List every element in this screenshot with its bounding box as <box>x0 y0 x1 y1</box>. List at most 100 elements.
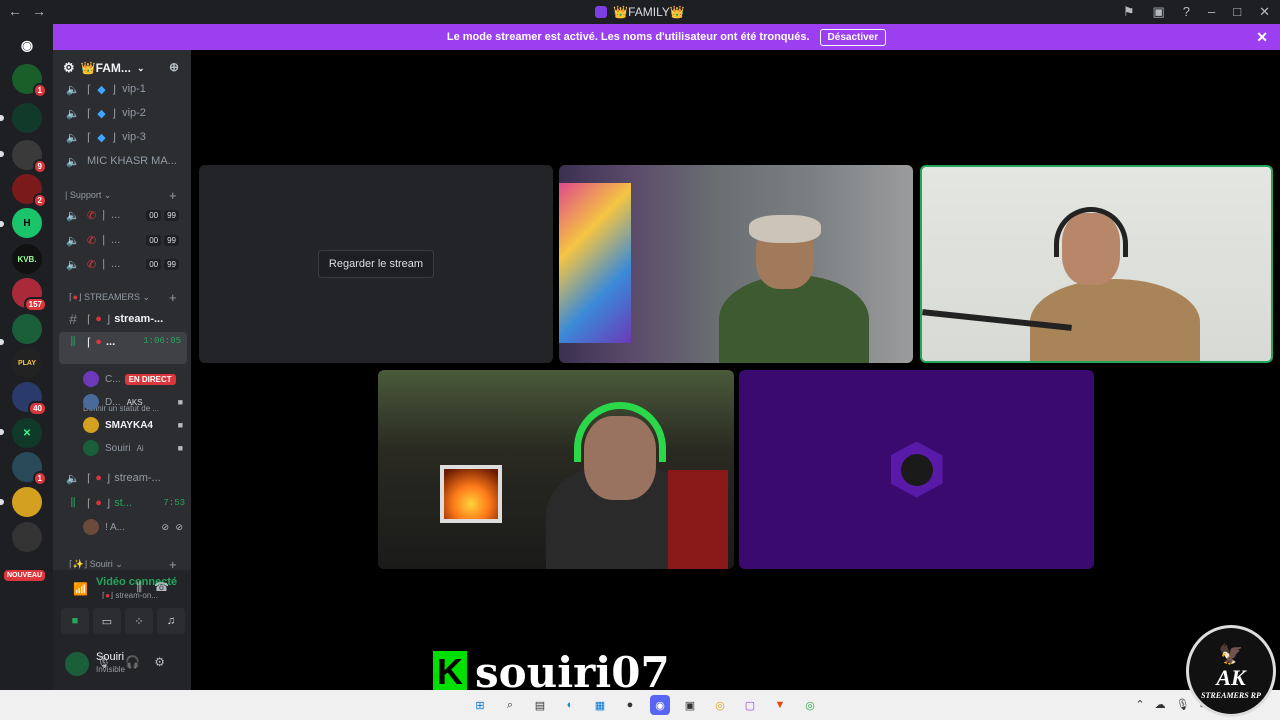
live-badge: EN DIRECT <box>124 373 176 385</box>
server-icon[interactable]: 2 <box>12 174 47 208</box>
video-tile-avatar[interactable] <box>739 370 1094 569</box>
watch-stream-button[interactable]: Regarder le stream <box>317 250 435 278</box>
voice-controls: ⫼☎ <box>137 580 181 595</box>
server-icon[interactable]: 40 <box>12 382 47 416</box>
add-user-icon[interactable]: ⊕ <box>169 60 179 74</box>
chevron-up-icon[interactable]: ⌃ <box>1135 699 1154 711</box>
server-icon[interactable] <box>12 314 42 344</box>
add-channel-icon[interactable]: + <box>169 290 177 305</box>
signal-icon[interactable]: 📶 <box>73 582 88 596</box>
voice-channel-stream-2[interactable]: 🔈 ⌈ ● ⌋ stream-... <box>53 467 191 489</box>
close-icon[interactable]: ✕ <box>1256 29 1268 46</box>
server-icon[interactable]: PLAY <box>12 348 42 378</box>
video-tile-speaking[interactable] <box>920 165 1273 363</box>
server-icon[interactable]: ✕ <box>12 418 42 448</box>
streamer-mode-banner: Le mode streamer est activé. Les noms d'… <box>53 24 1280 50</box>
discord-taskbar-icon[interactable]: ◉ <box>650 695 670 715</box>
record-icon: ● <box>95 313 102 325</box>
voice-channel-mic[interactable]: 🔈 MIC KHASR MA... <box>53 150 191 172</box>
help-icon[interactable]: ? <box>1183 4 1190 20</box>
chrome-icon[interactable]: ◎ <box>800 695 820 715</box>
settings-gear-icon[interactable]: ⚙ <box>154 655 179 669</box>
voice-channel-vip-1[interactable]: 🔈 ⌈ ◆ ⌋ vip-1 <box>53 78 191 100</box>
voice-channel-vip-2[interactable]: 🔈 ⌈ ◆ ⌋ vip-2 <box>53 102 191 124</box>
phone-icon: ✆ <box>87 258 97 271</box>
store-icon[interactable]: ▦ <box>590 695 610 715</box>
edge-icon[interactable]: ◐ <box>560 695 580 715</box>
video-stage: Regarder le stream <box>191 50 1280 690</box>
voice-timer: 7:53 <box>163 498 185 508</box>
voice-user[interactable]: SMAYKA4 ■ <box>83 414 189 436</box>
video-tile[interactable] <box>378 370 734 569</box>
minimize-icon[interactable]: – <box>1208 4 1215 20</box>
voice-user[interactable]: ! A... ⊘ ⊘ <box>83 516 189 538</box>
headset <box>574 402 666 462</box>
hash-icon: # <box>69 311 77 327</box>
support-channel[interactable]: 🔈 ✆ | ... 00 99 <box>53 253 191 275</box>
headphones-icon[interactable]: 🎧 <box>125 655 154 669</box>
server-icon[interactable] <box>12 487 42 517</box>
app-icon[interactable]: ● <box>620 695 640 715</box>
user-count: 00 <box>146 258 162 270</box>
user-tag: AKS <box>126 397 143 407</box>
voice-user[interactable]: D... AKS ■ <box>83 391 189 413</box>
record-icon: ● <box>95 336 102 348</box>
camera-button[interactable]: ■ <box>61 608 89 634</box>
stream-tile[interactable]: Regarder le stream <box>199 165 553 363</box>
category-support[interactable]: | Support ⌄ + <box>65 188 177 203</box>
server-icon[interactable]: KVB. <box>12 244 42 274</box>
ak-streamers-logo: 🦅 AK STREAMERS RP <box>1186 625 1276 717</box>
maximize-icon[interactable]: □ <box>1233 4 1241 20</box>
flag-icon[interactable]: ⚑ <box>1123 4 1135 20</box>
voice-user[interactable]: Souiri Ai ■ <box>83 437 189 459</box>
search-icon[interactable]: ⌕ <box>500 695 520 715</box>
task-view-icon[interactable]: ▤ <box>530 695 550 715</box>
speaker-locked-icon: 🔈 <box>66 472 80 485</box>
gear-icon[interactable]: ⚙ <box>63 60 75 76</box>
discord-home-icon[interactable]: ◉ <box>12 30 42 60</box>
soundboard-button[interactable]: ♫ <box>157 608 185 634</box>
graffiti-wall <box>559 183 631 343</box>
app-icon[interactable]: ▢ <box>740 695 760 715</box>
microphone-icon[interactable]: 🎙 <box>96 655 125 669</box>
logo-text: AK <box>1216 664 1246 690</box>
server-icon[interactable]: 157 <box>12 278 47 312</box>
inbox-icon[interactable]: ▣ <box>1152 4 1164 20</box>
unread-pip <box>0 221 4 227</box>
activities-button[interactable]: ⁘ <box>125 608 153 634</box>
server-icon[interactable] <box>12 522 42 552</box>
text-channel-stream[interactable]: # ⌈ ● ⌋ stream-... <box>53 308 191 330</box>
server-icon[interactable]: 9 <box>12 140 47 174</box>
support-channel[interactable]: 🔈 ✆ | ... 00 99 <box>53 229 191 251</box>
category-souiri[interactable]: ⌈✨⌋ Souiri ⌄ + <box>69 557 177 572</box>
category-streamers[interactable]: ⌈●⌋ STREAMERS ⌄ + <box>69 290 177 305</box>
noise-suppression-icon[interactable]: ⫼ <box>137 580 155 594</box>
cloud-icon[interactable]: ☁ <box>1155 699 1176 711</box>
windows-start-icon[interactable]: ⊞ <box>470 695 490 715</box>
record-icon: ● <box>72 292 78 302</box>
video-tile[interactable] <box>559 165 913 363</box>
voice-channel-stream-3[interactable]: ⫼ ⌈ ● ⌋ st... 7:53 <box>53 492 191 514</box>
unread-badge: 2 <box>32 193 47 208</box>
server-icon[interactable]: H <box>12 208 42 238</box>
app-icon[interactable]: ▣ <box>680 695 700 715</box>
chrome-icon[interactable]: ◎ <box>710 695 730 715</box>
avatar[interactable] <box>65 652 89 676</box>
voice-user[interactable]: C... EN DIRECT <box>83 368 189 390</box>
speaker-locked-icon: 🔈 <box>66 209 80 222</box>
disconnect-icon[interactable]: ☎ <box>154 580 181 594</box>
server-icon[interactable]: 1 <box>12 64 47 98</box>
window-tools: ⚑ ▣ ? – □ ✕ <box>1123 4 1270 20</box>
server-icon[interactable] <box>12 103 42 133</box>
brave-icon[interactable]: ▼ <box>770 695 790 715</box>
screen-share-button[interactable]: ▭ <box>93 608 121 634</box>
add-channel-icon[interactable]: + <box>169 188 177 203</box>
voice-channel-vip-3[interactable]: 🔈 ⌈ ◆ ⌋ vip-3 <box>53 126 191 148</box>
server-icon[interactable]: 1 <box>12 452 47 486</box>
support-channel[interactable]: 🔈 ✆ | ... 00 99 <box>53 204 191 226</box>
active-voice-channel[interactable]: ⫼ ⌈ ●... 1:06:05 <box>59 332 187 364</box>
chevron-down-icon[interactable]: ⌄ <box>137 63 145 74</box>
eagle-icon: 🦅 <box>1218 644 1244 666</box>
disable-streamer-button[interactable]: Désactiver <box>819 28 887 46</box>
close-icon[interactable]: ✕ <box>1259 4 1270 20</box>
